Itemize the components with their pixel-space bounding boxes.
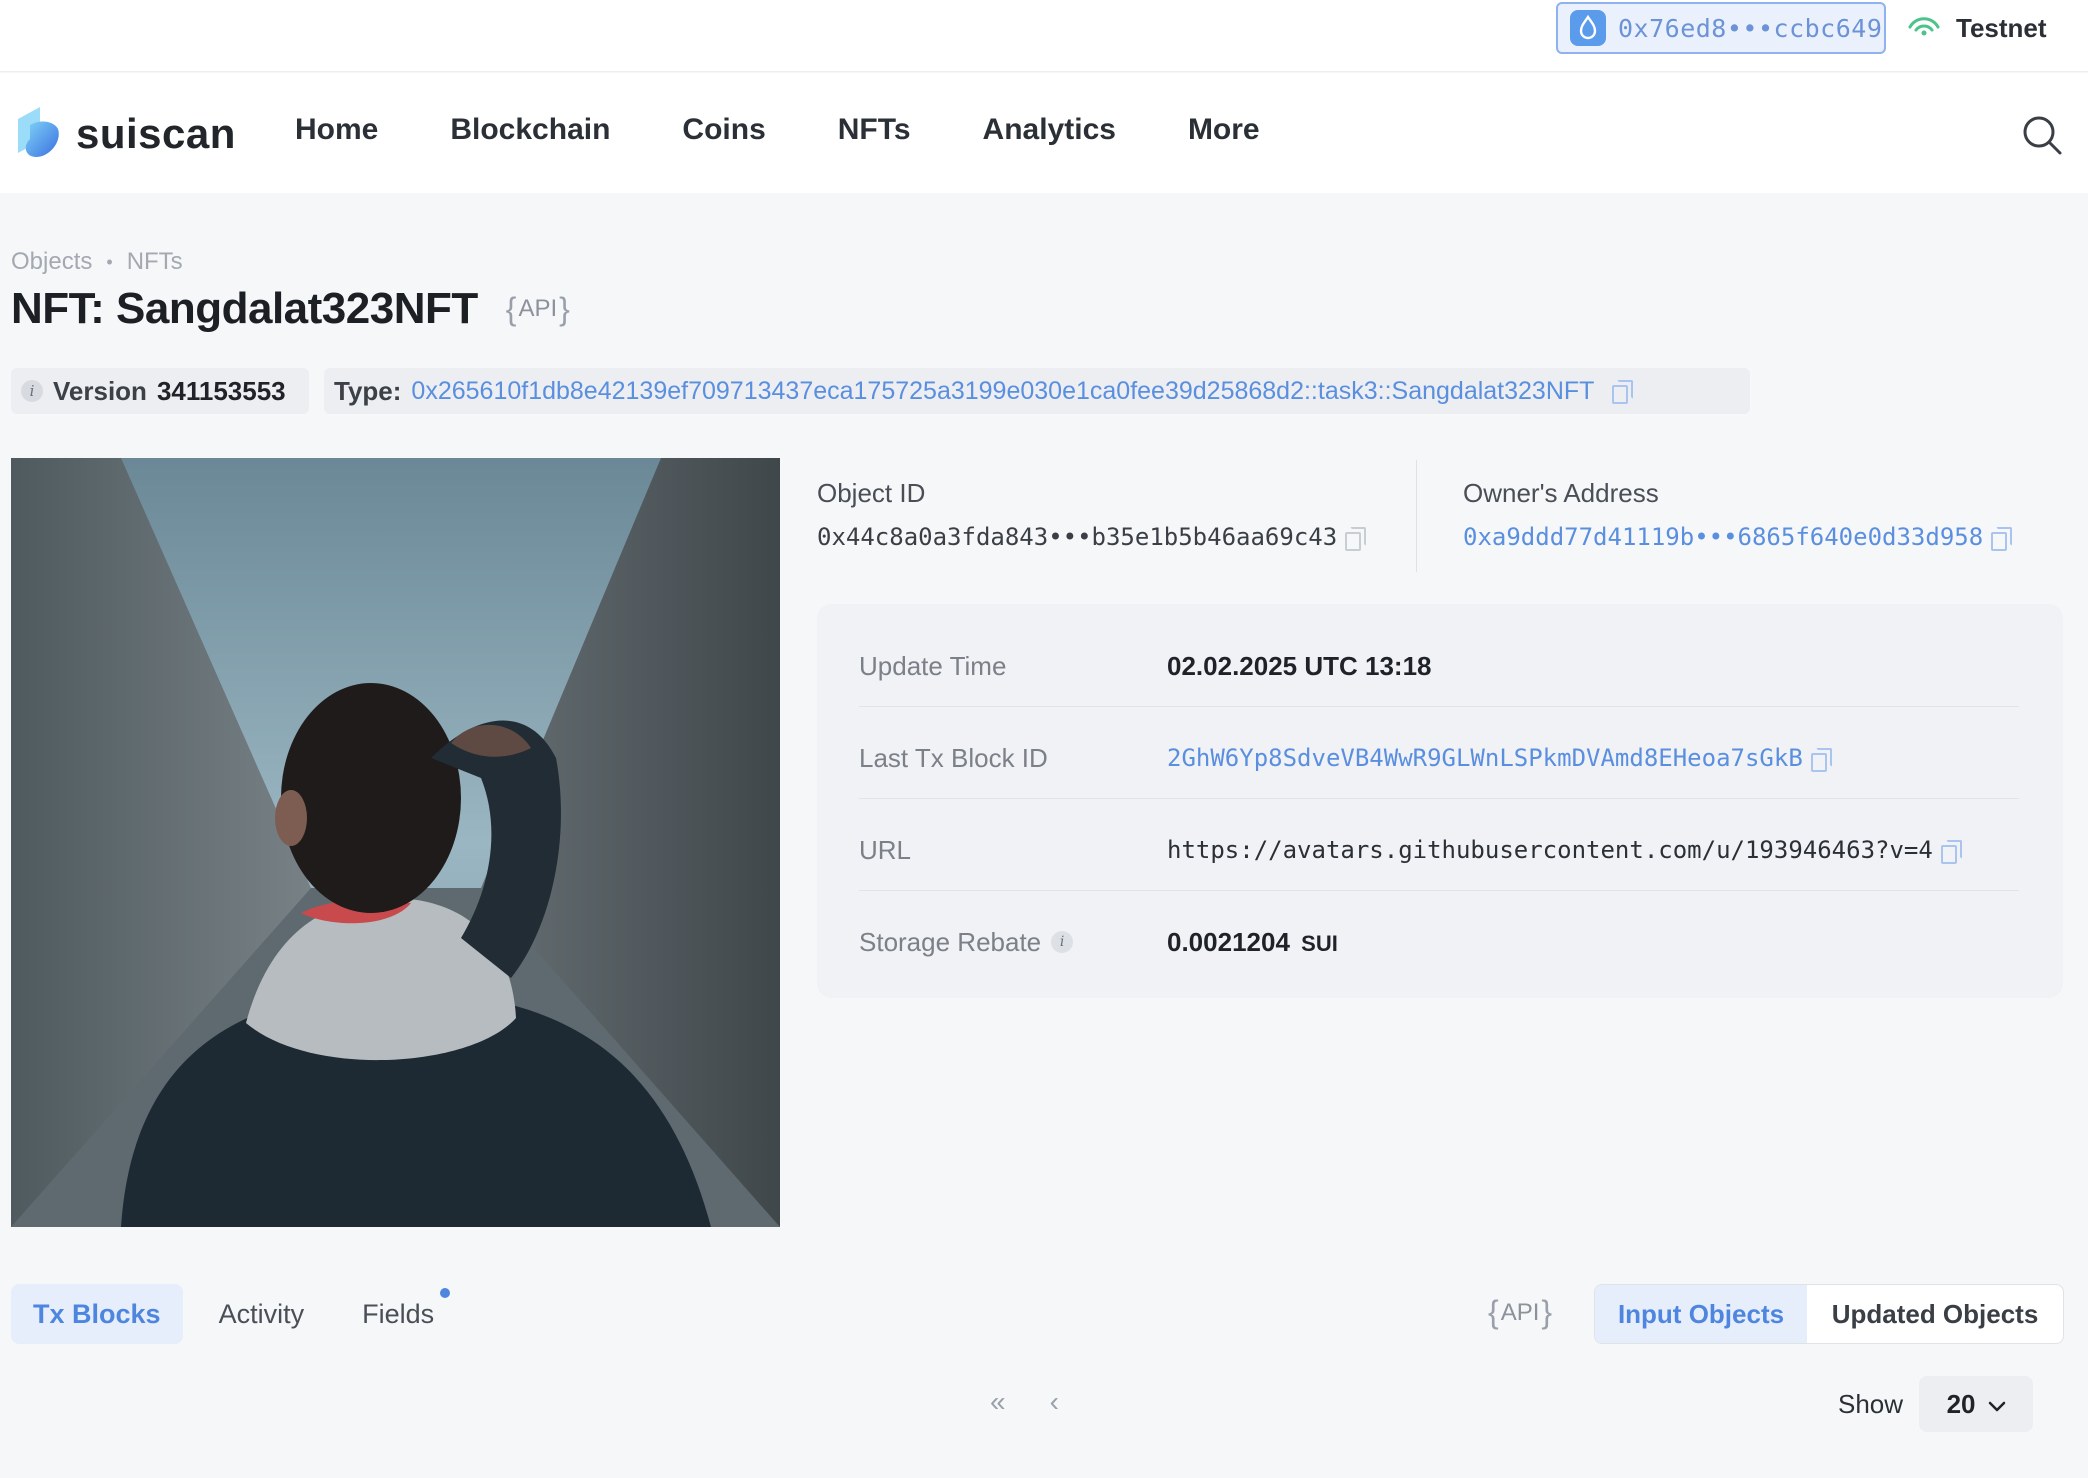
nav-home[interactable]: Home (295, 113, 378, 147)
chevron-down-icon (1988, 1389, 2006, 1420)
divider (1416, 460, 1417, 572)
copy-icon[interactable] (1810, 748, 1832, 772)
version-value: 341153553 (156, 375, 286, 406)
page-size-value: 20 (1946, 1388, 1976, 1419)
brace-icon: { (1488, 1294, 1499, 1330)
sui-drop-icon (1570, 10, 1606, 46)
nav-analytics[interactable]: Analytics (983, 113, 1116, 147)
object-id-block: Object ID 0x44c8a0a3fda843•••b35e1b5b46a… (817, 478, 1367, 551)
brand-logo[interactable]: suiscan (10, 101, 236, 166)
storage-rebate-value-wrap: 0.0021204 SUI (1167, 927, 1338, 958)
type-label: Type: (334, 375, 402, 406)
last-tx-label: Last Tx Block ID (859, 742, 1048, 773)
pagination: « ‹ (990, 1386, 1059, 1418)
object-id-text: 0x44c8a0a3fda843•••b35e1b5b46aa69c43 (817, 523, 1338, 551)
copy-icon[interactable] (1612, 380, 1634, 404)
top-strip: 0x76ed8•••ccbc649 Testnet (0, 0, 2088, 72)
object-id-label: Object ID (817, 478, 926, 508)
wallet-button[interactable]: 0x76ed8•••ccbc649 (1556, 2, 1886, 54)
nav-blockchain[interactable]: Blockchain (450, 113, 610, 147)
segment-input-objects[interactable]: Input Objects (1595, 1285, 1807, 1343)
api-link[interactable]: { API } (506, 291, 570, 328)
details-card: Update Time 02.02.2025 UTC 13:18 Last Tx… (817, 604, 2063, 998)
copy-icon[interactable] (1940, 840, 1962, 864)
url-value: https://avatars.githubusercontent.com/u/… (1167, 836, 1962, 864)
nav-coins[interactable]: Coins (682, 113, 765, 147)
object-tabs: Tx Blocks Activity Fields (11, 1284, 470, 1344)
last-tx-link[interactable]: 2GhW6Yp8SdveVB4WwR9GLWnLSPkmDVAmd8EHeoa7… (1167, 744, 1803, 772)
owner-address-link[interactable]: 0xa9ddd77d41119b•••6865f640e0d33d958 (1463, 523, 1983, 551)
prev-page-icon[interactable]: ‹ (1050, 1386, 1059, 1418)
api-label: API (518, 295, 558, 322)
main-nav: Home Blockchain Coins NFTs Analytics Mor… (295, 113, 1332, 147)
notification-dot (440, 1288, 451, 1298)
nft-image (11, 458, 780, 1227)
api-link-bottom[interactable]: { API } (1488, 1294, 1552, 1331)
update-time-label: Update Time (859, 650, 1007, 681)
segment-updated-objects[interactable]: Updated Objects (1807, 1285, 2063, 1343)
version-label: Version (53, 375, 147, 406)
detail-row-url: URL https://avatars.githubusercontent.co… (859, 804, 2019, 896)
object-id-value: 0x44c8a0a3fda843•••b35e1b5b46aa69c43 (817, 523, 1367, 551)
brace-icon: { (505, 290, 517, 327)
brand-name: suiscan (76, 109, 236, 157)
detail-row-storage-rebate: Storage Rebate i 0.0021204 SUI (859, 896, 2019, 988)
row-divider (859, 798, 2019, 799)
owner-block: Owner's Address 0xa9ddd77d41119b•••6865f… (1463, 478, 2013, 551)
api-label-bottom: API (1500, 1298, 1540, 1326)
update-time-value: 02.02.2025 UTC 13:18 (1167, 650, 1432, 681)
objects-segmented-control: Input Objects Updated Objects (1594, 1284, 2064, 1344)
url-text: https://avatars.githubusercontent.com/u/… (1167, 836, 1933, 864)
row-divider (859, 890, 2019, 891)
copy-icon[interactable] (1345, 527, 1367, 551)
title-row: NFT: Sangdalat323NFT { API } (11, 284, 570, 334)
tab-fields-label: Fields (362, 1298, 435, 1329)
row-divider (859, 706, 2019, 707)
breadcrumb-nfts[interactable]: NFTs (127, 248, 183, 276)
copy-icon[interactable] (1991, 527, 2013, 551)
nav-more[interactable]: More (1188, 113, 1260, 147)
type-chip: Type: 0x265610f1db8e42139ef709713437eca1… (324, 368, 1750, 414)
info-icon: i (21, 380, 43, 402)
detail-row-update-time: Update Time 02.02.2025 UTC 13:18 (859, 620, 2019, 712)
first-page-icon[interactable]: « (990, 1386, 1006, 1418)
breadcrumb-objects[interactable]: Objects (11, 248, 92, 276)
breadcrumb-separator: • (106, 251, 113, 272)
network-label: Testnet (1956, 12, 2047, 43)
page-size: Show 20 (1838, 1376, 2034, 1432)
tab-fields[interactable]: Fields (340, 1284, 456, 1344)
type-value-link[interactable]: 0x265610f1db8e42139ef709713437eca175725a… (411, 377, 1594, 406)
info-icon[interactable]: i (1051, 931, 1074, 953)
show-label: Show (1838, 1388, 1904, 1419)
wallet-address: 0x76ed8•••ccbc649 (1618, 13, 1883, 43)
suiscan-logo-icon (10, 101, 64, 166)
owner-label: Owner's Address (1463, 478, 1659, 508)
nav-nfts[interactable]: NFTs (838, 113, 911, 147)
version-chip: i Version 341153553 (11, 368, 309, 414)
navbar: suiscan Home Blockchain Coins NFTs Analy… (0, 73, 2088, 193)
tab-activity[interactable]: Activity (197, 1284, 327, 1344)
page-title: NFT: Sangdalat323NFT (11, 284, 478, 333)
owner-value: 0xa9ddd77d41119b•••6865f640e0d33d958 (1463, 523, 2013, 551)
page-size-select[interactable]: 20 (1919, 1376, 2034, 1432)
detail-row-last-tx: Last Tx Block ID 2GhW6Yp8SdveVB4WwR9GLWn… (859, 712, 2019, 804)
storage-rebate-value: 0.0021204 (1167, 926, 1290, 957)
brace-icon: } (559, 290, 570, 327)
signal-icon (1906, 13, 1942, 44)
tab-tx-blocks[interactable]: Tx Blocks (11, 1284, 183, 1344)
storage-rebate-label-wrap: Storage Rebate i (859, 927, 1167, 958)
storage-rebate-label: Storage Rebate (859, 926, 1042, 957)
network-selector[interactable]: Testnet (1906, 10, 2047, 46)
search-icon[interactable] (2020, 113, 2064, 157)
breadcrumb: Objects • NFTs (11, 248, 183, 276)
last-tx-value: 2GhW6Yp8SdveVB4WwR9GLWnLSPkmDVAmd8EHeoa7… (1167, 744, 1832, 772)
storage-rebate-unit: SUI (1301, 930, 1338, 956)
url-label: URL (859, 834, 912, 865)
brace-icon: } (1541, 1294, 1553, 1330)
